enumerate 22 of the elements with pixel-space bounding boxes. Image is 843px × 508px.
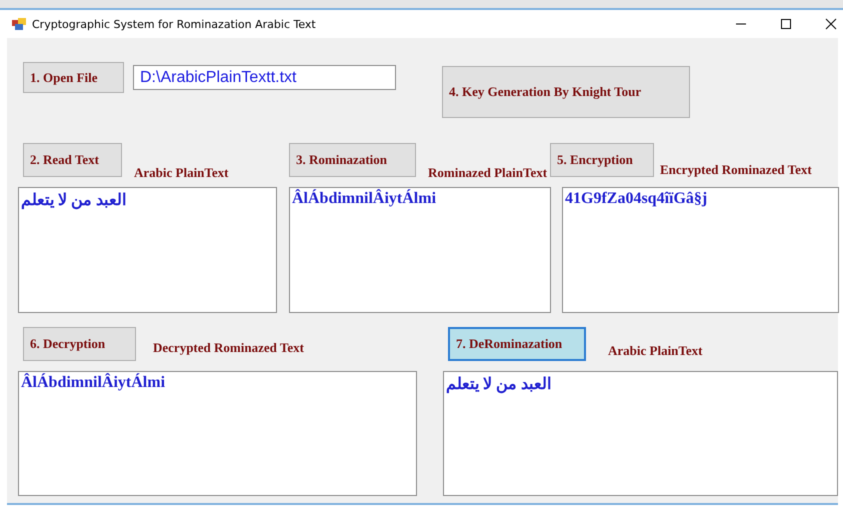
text-caption: Arabic PlainText — [134, 165, 228, 181]
close-icon[interactable] — [825, 18, 837, 30]
action-button[interactable]: 7. DeRominazation — [448, 327, 586, 361]
maximize-icon[interactable] — [780, 18, 792, 30]
window-title: Cryptographic System for Rominazation Arabic Text — [32, 18, 316, 30]
text-area[interactable]: ÂlÁbdimnilÂiytÁlmi — [18, 371, 417, 496]
text-caption: Encrypted Rominazed Text — [660, 162, 812, 178]
key-generation-button[interactable]: 4. Key Generation By Knight Tour — [442, 66, 690, 118]
text-caption: Arabic PlainText — [608, 343, 702, 359]
action-button[interactable]: 5. Encryption — [550, 143, 654, 177]
text-area[interactable]: العبد من لا يتعلم — [18, 187, 277, 313]
text-caption: Decrypted Rominazed Text — [153, 340, 304, 356]
text-area[interactable]: 41G9fZa04sq4îïGâ§j — [562, 187, 839, 313]
text-area[interactable]: العبد من لا يتعلم — [443, 371, 838, 496]
open-file-button[interactable]: 1. Open File — [23, 62, 124, 93]
app-icon — [12, 18, 26, 30]
action-button[interactable]: 2. Read Text — [23, 143, 122, 177]
text-area[interactable]: ÂlÁbdimnilÂiytÁlmi — [289, 187, 551, 313]
action-button[interactable]: 3. Rominazation — [289, 143, 416, 177]
action-button[interactable]: 6. Decryption — [23, 327, 136, 361]
text-caption: Rominazed PlainText — [428, 165, 548, 181]
file-path-field[interactable]: D:\ArabicPlainTextt.txt — [133, 65, 396, 90]
